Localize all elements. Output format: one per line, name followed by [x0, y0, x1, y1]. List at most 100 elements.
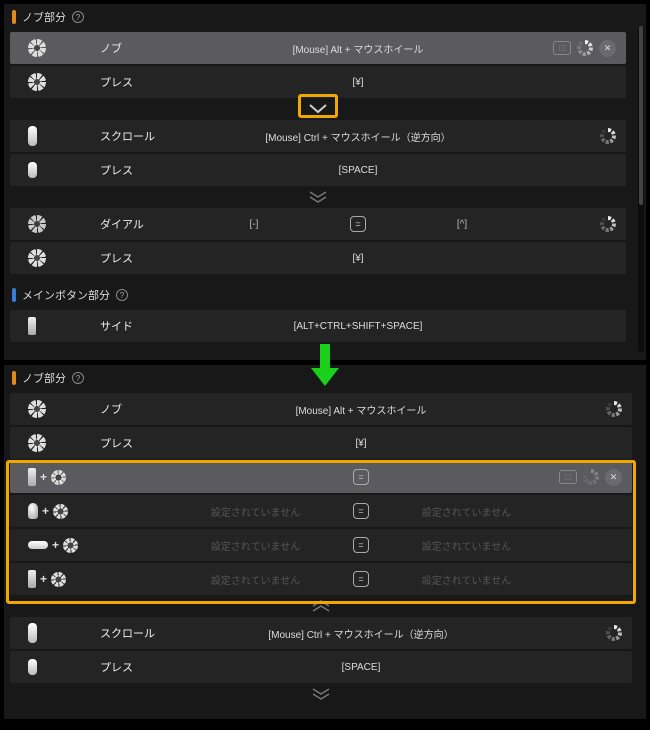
side-button-icon — [28, 570, 36, 588]
gear-icon — [28, 249, 46, 267]
section-knob-header: ノブ部分 ? — [4, 4, 632, 30]
loading-spinner-icon[interactable] — [606, 401, 622, 417]
row-side[interactable]: サイド [ALT+CTRL+SHIFT+SPACE] — [10, 310, 626, 342]
row-combo[interactable]: + 設定されていません = 設定されていません — [10, 563, 632, 595]
row-label: プレス — [100, 435, 170, 451]
plus-icon: + — [40, 572, 47, 586]
row-binding-left: 設定されていません — [170, 504, 341, 519]
row-label: プレス — [100, 162, 170, 178]
gear-icon — [28, 39, 46, 57]
expand-toggle[interactable] — [4, 685, 638, 703]
row-dial[interactable]: ダイアル [-] = [^] — [10, 208, 626, 240]
plus-icon: + — [52, 538, 59, 552]
row-scroll[interactable]: スクロール [Mouse] Ctrl + マウスホイール（逆方向） — [10, 617, 632, 649]
mode-badge-icon[interactable]: ⬚ — [559, 470, 577, 484]
collapse-toggle[interactable] — [4, 597, 638, 615]
section-bar-icon — [12, 371, 16, 385]
wheel-icon — [28, 623, 37, 643]
dial-icon — [28, 215, 46, 233]
plus-icon: + — [40, 470, 47, 484]
row-label: ノブ — [100, 401, 170, 417]
center-key-icon[interactable]: = — [353, 571, 369, 587]
row-label: プレス — [100, 250, 170, 266]
row-label: ダイアル — [100, 216, 170, 232]
clear-button[interactable] — [599, 40, 616, 57]
row-binding: [Mouse] Alt + マウスホイール — [170, 41, 546, 56]
section-title: ノブ部分 — [22, 9, 66, 25]
row-binding-left: 設定されていません — [170, 538, 341, 553]
scrollbar[interactable] — [638, 26, 644, 352]
expand-toggle[interactable] — [4, 188, 632, 206]
row-binding-left: [-] — [170, 219, 338, 230]
mode-badge-icon[interactable]: ⬚ — [553, 41, 571, 55]
loading-spinner-icon[interactable] — [600, 128, 616, 144]
loading-spinner-icon[interactable] — [583, 469, 599, 485]
row-scroll-press[interactable]: プレス [SPACE] — [10, 154, 626, 186]
row-combo[interactable]: + 設定されていません = 設定されていません — [10, 529, 632, 561]
row-binding-right: 設定されていません — [381, 504, 552, 519]
side-button-icon — [28, 468, 36, 486]
section-bar-icon — [12, 288, 16, 302]
panel-before: ノブ部分 ? ノブ [Mouse] Alt + マウスホイール ⬚ プレス [¥… — [3, 3, 647, 361]
row-binding-left: 設定されていません — [170, 572, 341, 587]
help-icon[interactable]: ? — [72, 372, 84, 384]
row-binding: [ALT+CTRL+SHIFT+SPACE] — [170, 321, 546, 332]
gear-icon — [51, 572, 66, 587]
row-binding: [Mouse] Ctrl + マウスホイール（逆方向） — [170, 626, 552, 641]
center-key-icon[interactable]: = — [353, 469, 369, 485]
gear-icon — [51, 470, 66, 485]
gear-icon — [28, 73, 46, 91]
help-icon[interactable]: ? — [116, 289, 128, 301]
row-binding: [¥] — [170, 438, 552, 449]
row-binding: [¥] — [170, 253, 546, 264]
section-bar-icon — [12, 10, 16, 24]
round-button-icon — [28, 503, 38, 519]
row-label: スクロール — [100, 625, 170, 641]
wheel-icon — [28, 126, 37, 146]
row-label: スクロール — [100, 128, 170, 144]
row-label: プレス — [100, 74, 170, 90]
row-binding: [SPACE] — [170, 165, 546, 176]
row-knob[interactable]: ノブ [Mouse] Alt + マウスホイール ⬚ — [10, 32, 626, 64]
row-dial-press[interactable]: プレス [¥] — [10, 242, 626, 274]
row-combo[interactable]: + 設定されていません = 設定されていません — [10, 495, 632, 527]
row-binding: [Mouse] Ctrl + マウスホイール（逆方向） — [170, 129, 546, 144]
expand-toggle[interactable] — [4, 100, 632, 118]
row-knob[interactable]: ノブ [Mouse] Alt + マウスホイール — [10, 393, 632, 425]
row-scroll-press[interactable]: プレス [SPACE] — [10, 651, 632, 683]
center-key-icon[interactable]: = — [350, 216, 366, 232]
gear-icon — [63, 538, 78, 553]
row-label: ノブ — [100, 40, 170, 56]
panel-after: ノブ部分 ? ノブ [Mouse] Alt + マウスホイール プレス [¥] … — [3, 364, 647, 720]
row-binding: [¥] — [170, 77, 546, 88]
gear-icon — [53, 504, 68, 519]
row-press[interactable]: プレス [¥] — [10, 427, 632, 459]
arrow-annotation-icon — [305, 342, 345, 390]
row-scroll[interactable]: スクロール [Mouse] Ctrl + マウスホイール（逆方向） — [10, 120, 626, 152]
section-title: ノブ部分 — [22, 370, 66, 386]
help-icon[interactable]: ? — [72, 11, 84, 23]
wheel-icon — [28, 659, 37, 675]
plus-icon: + — [42, 504, 49, 518]
pill-button-icon — [28, 541, 48, 549]
section-mainbutton-header: メインボタン部分 ? — [4, 282, 632, 308]
row-binding: [SPACE] — [170, 662, 552, 673]
row-label: サイド — [100, 318, 170, 334]
clear-button[interactable] — [605, 469, 622, 486]
row-label: プレス — [100, 659, 170, 675]
center-key-icon[interactable]: = — [353, 537, 369, 553]
row-press[interactable]: プレス [¥] — [10, 66, 626, 98]
wheel-icon — [28, 162, 37, 178]
loading-spinner-icon[interactable] — [577, 40, 593, 56]
gear-icon — [28, 434, 46, 452]
center-key-icon[interactable]: = — [353, 503, 369, 519]
gear-icon — [28, 400, 46, 418]
row-binding: [Mouse] Alt + マウスホイール — [170, 402, 552, 417]
loading-spinner-icon[interactable] — [600, 216, 616, 232]
section-title: メインボタン部分 — [22, 287, 110, 303]
row-binding-right: 設定されていません — [381, 538, 552, 553]
loading-spinner-icon[interactable] — [606, 625, 622, 641]
side-button-icon — [28, 317, 36, 335]
row-binding-right: 設定されていません — [381, 572, 552, 587]
row-combo[interactable]: + = ⬚ — [10, 461, 632, 493]
